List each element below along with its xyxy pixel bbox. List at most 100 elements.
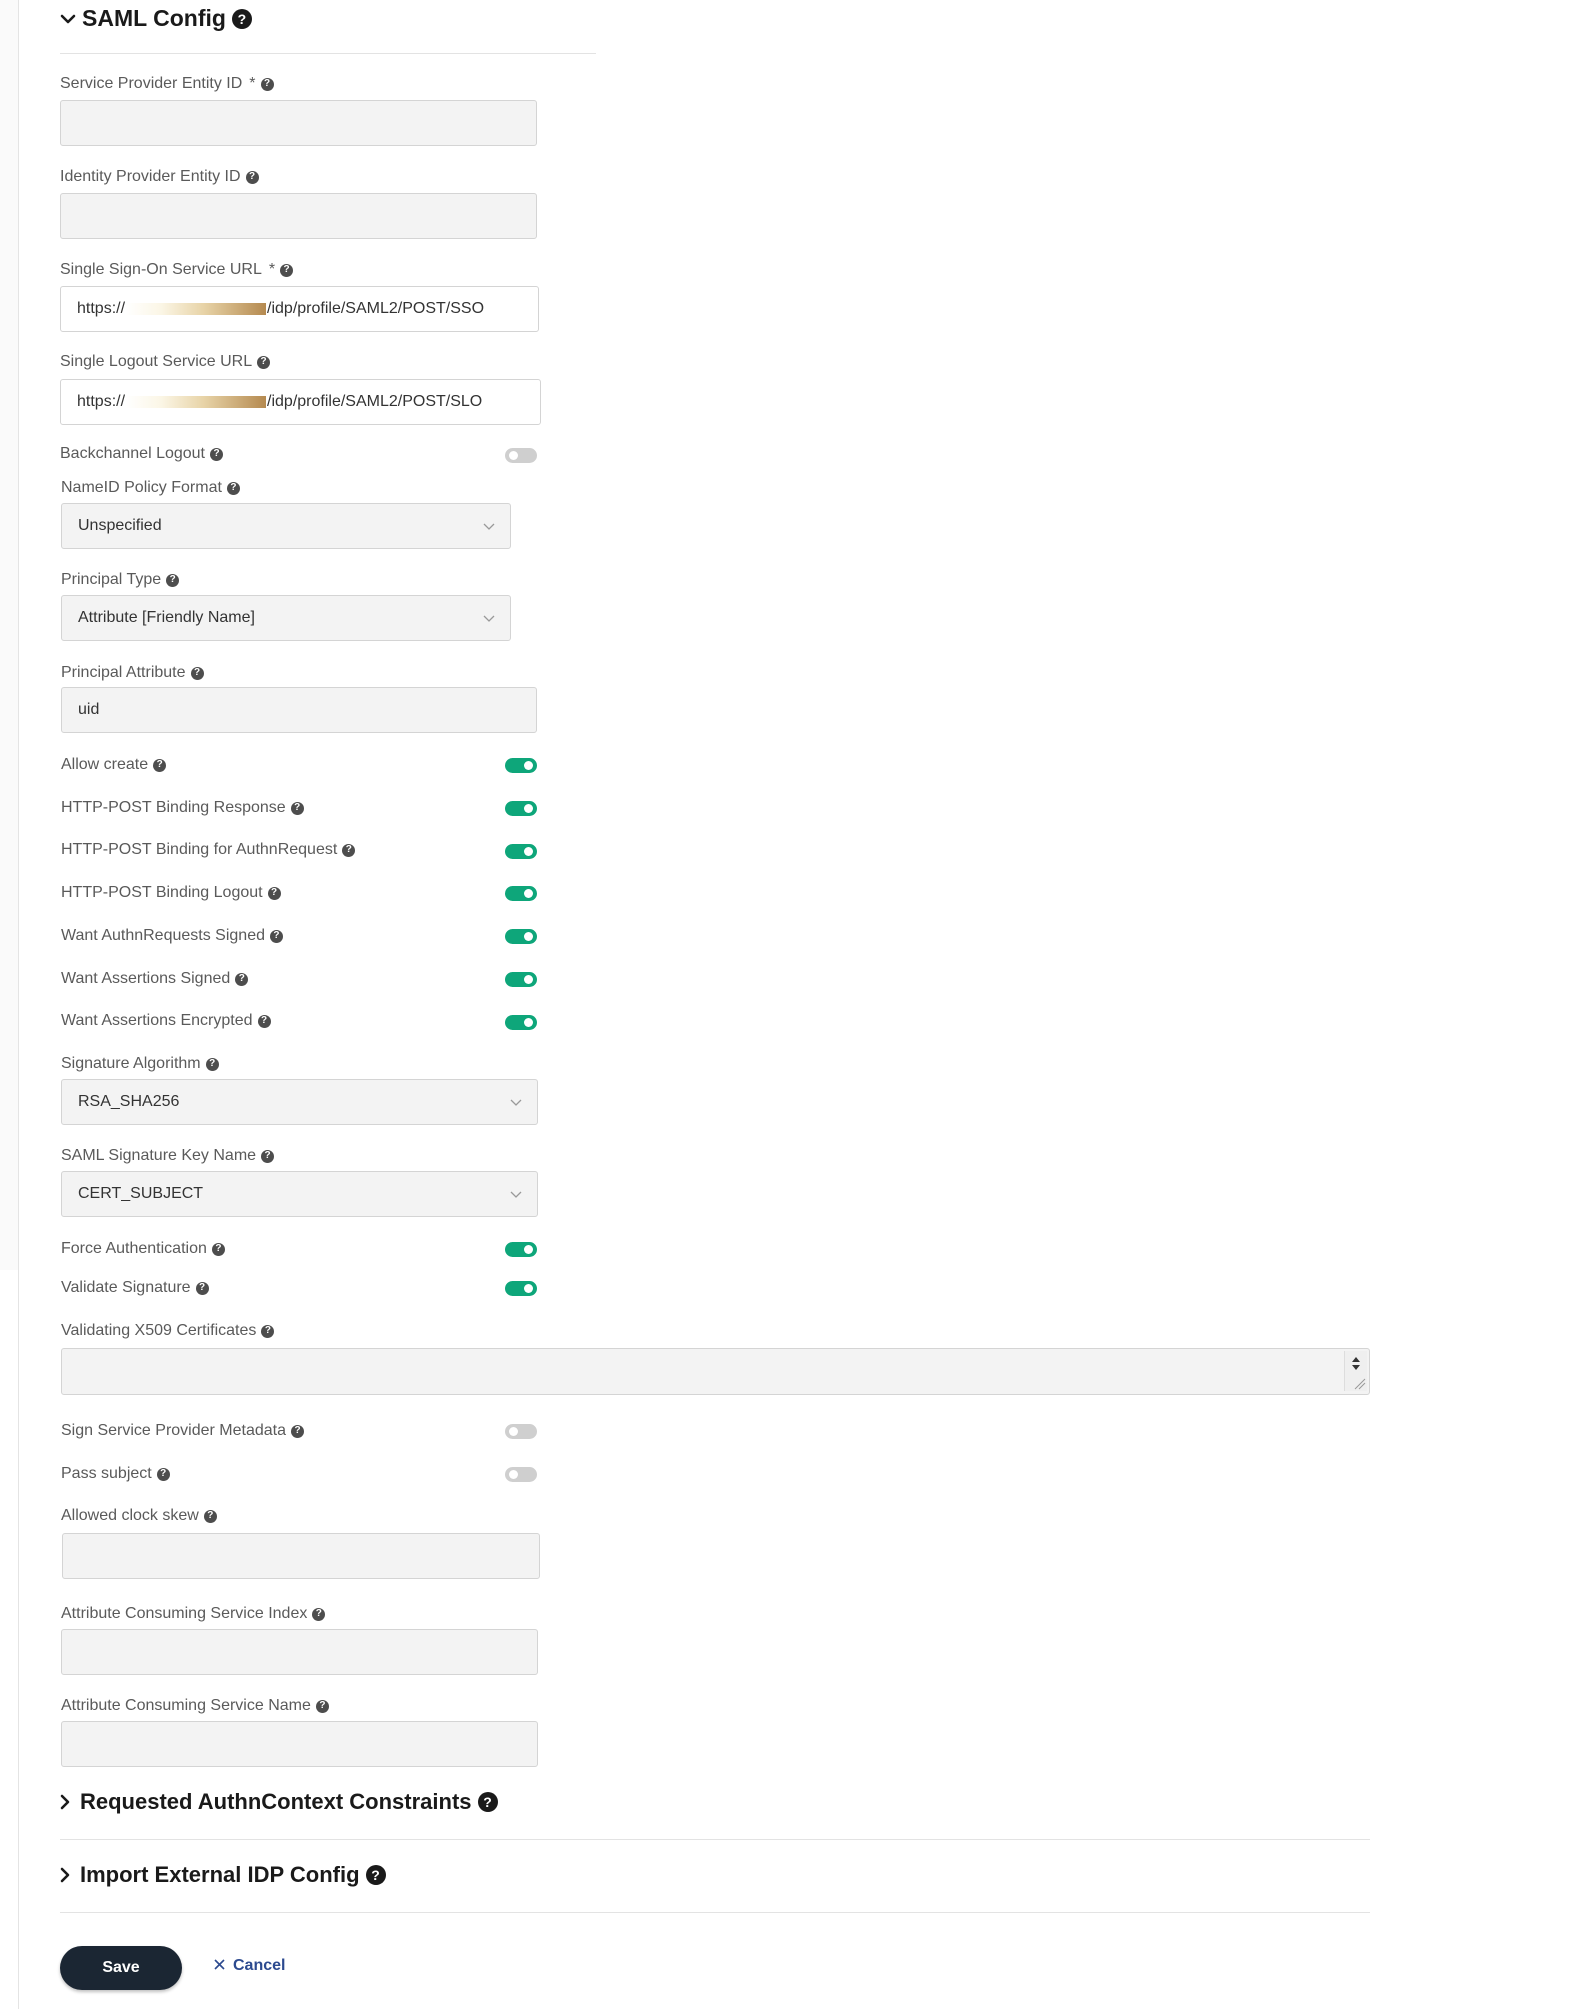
help-icon[interactable]: ? (315, 1699, 329, 1713)
http-post-binding-response-label: HTTP-POST Binding Response? (61, 799, 304, 817)
section-title: Import External IDP Config (80, 1862, 360, 1887)
redacted-host (126, 396, 267, 408)
http-post-binding-response-toggle[interactable] (505, 801, 537, 816)
sso-url-label: Single Sign-On Service URL * ? (60, 261, 294, 279)
redacted-host (126, 303, 267, 315)
idp-entity-id-label: Identity Provider Entity ID ? (60, 168, 259, 186)
help-icon[interactable]: ? (211, 1242, 225, 1256)
http-post-binding-logout-label: HTTP-POST Binding Logout? (61, 884, 281, 902)
acs-index-input[interactable] (61, 1629, 538, 1675)
requested-authn-context-header[interactable]: Requested AuthnContext Constraints ? (58, 1789, 498, 1815)
chevron-right-icon (58, 1794, 74, 1810)
help-icon[interactable]: ? (153, 758, 167, 772)
acs-index-label: Attribute Consuming Service Index? (61, 1605, 326, 1623)
help-icon[interactable]: ? (261, 1324, 275, 1338)
want-authn-signed-label: Want AuthnRequests Signed? (61, 927, 283, 945)
want-assertions-encrypted-label: Want Assertions Encrypted? (61, 1012, 271, 1030)
help-icon[interactable]: ? (291, 1424, 304, 1438)
help-icon[interactable]: ? (210, 447, 223, 461)
help-icon[interactable]: ? (257, 1014, 271, 1028)
help-icon[interactable]: ? (203, 1509, 217, 1523)
help-icon[interactable]: ? (267, 886, 281, 900)
help-icon[interactable]: ? (245, 170, 259, 184)
http-post-binding-authn-toggle[interactable] (505, 844, 537, 859)
save-button[interactable]: Save (60, 1946, 182, 1990)
saml-sig-key-name-label: SAML Signature Key Name? (61, 1147, 275, 1165)
slo-url-label: Single Logout Service URL ? (60, 353, 271, 371)
help-icon[interactable]: ? (280, 263, 294, 277)
chevron-down-icon (60, 11, 76, 27)
principal-attribute-label: Principal Attribute ? (61, 664, 204, 682)
cancel-button[interactable]: Cancel (214, 1957, 285, 1975)
acs-name-label: Attribute Consuming Service Name? (61, 1697, 329, 1715)
validating-x509-textarea[interactable] (61, 1348, 1370, 1395)
force-authentication-toggle[interactable] (505, 1242, 537, 1257)
signature-algorithm-select[interactable]: RSA_SHA256 (61, 1079, 538, 1125)
left-panel-border-lower (0, 1270, 19, 2009)
chevron-right-icon (58, 1867, 74, 1883)
allowed-clock-skew-label: Allowed clock skew? (61, 1507, 217, 1525)
idp-entity-id-input[interactable] (60, 193, 537, 239)
validate-signature-label: Validate Signature? (61, 1279, 209, 1297)
force-authentication-label: Force Authentication? (61, 1240, 225, 1258)
saml-config-header[interactable]: SAML Config ? (60, 5, 252, 32)
allow-create-label: Allow create? (61, 756, 167, 774)
import-external-idp-header[interactable]: Import External IDP Config ? (58, 1862, 386, 1888)
help-icon[interactable]: ? (365, 1865, 386, 1885)
signature-algorithm-label: Signature Algorithm? (61, 1055, 219, 1073)
help-icon[interactable]: ? (235, 972, 249, 986)
validate-signature-toggle[interactable] (505, 1281, 537, 1296)
saml-sig-key-name-select[interactable]: CERT_SUBJECT (61, 1171, 538, 1217)
http-post-binding-logout-toggle[interactable] (505, 886, 537, 901)
help-icon[interactable]: ? (342, 843, 356, 857)
help-icon[interactable]: ? (190, 666, 204, 680)
help-icon[interactable]: ? (290, 801, 304, 815)
help-icon[interactable]: ? (260, 77, 274, 91)
want-authn-signed-toggle[interactable] (505, 929, 537, 944)
divider (60, 1912, 1370, 1913)
help-icon[interactable]: ? (261, 1149, 275, 1163)
nameid-policy-format-select[interactable]: Unspecified (61, 503, 511, 549)
section-title: SAML Config (82, 5, 226, 31)
help-icon[interactable]: ? (156, 1467, 170, 1481)
help-icon[interactable]: ? (226, 481, 240, 495)
chevron-down-icon (509, 1095, 523, 1114)
slo-url-input[interactable]: https:///idp/profile/SAML2/POST/SLO (60, 379, 541, 425)
help-icon[interactable]: ? (166, 573, 180, 587)
pass-subject-toggle[interactable] (505, 1467, 537, 1482)
help-icon[interactable]: ? (257, 355, 271, 369)
allow-create-toggle[interactable] (505, 758, 537, 773)
help-icon[interactable]: ? (231, 8, 252, 29)
want-assertions-signed-label: Want Assertions Signed? (61, 970, 249, 988)
nameid-policy-format-label: NameID Policy Format ? (61, 479, 240, 497)
chevron-down-icon (482, 611, 496, 630)
acs-name-input[interactable] (61, 1721, 538, 1767)
sign-sp-metadata-toggle[interactable] (505, 1424, 537, 1439)
sp-entity-id-input[interactable] (60, 100, 537, 146)
left-panel-border (0, 0, 19, 1270)
help-icon[interactable]: ? (312, 1607, 326, 1621)
want-assertions-encrypted-toggle[interactable] (505, 1015, 537, 1030)
help-icon[interactable]: ? (195, 1281, 209, 1295)
help-icon[interactable]: ? (269, 929, 283, 943)
chevron-down-icon (509, 1187, 523, 1206)
validating-x509-label: Validating X509 Certificates? (61, 1322, 275, 1340)
sp-entity-id-label: Service Provider Entity ID * ? (60, 75, 274, 93)
principal-type-label: Principal Type ? (61, 571, 180, 589)
sso-url-input[interactable]: https:///idp/profile/SAML2/POST/SSO (60, 286, 539, 332)
allowed-clock-skew-input[interactable] (62, 1533, 540, 1579)
principal-type-select[interactable]: Attribute [Friendly Name] (61, 595, 511, 641)
http-post-binding-authn-label: HTTP-POST Binding for AuthnRequest? (61, 841, 356, 859)
help-icon[interactable]: ? (477, 1792, 498, 1812)
principal-attribute-input[interactable]: uid (61, 687, 537, 733)
chevron-down-icon (482, 519, 496, 538)
help-icon[interactable]: ? (205, 1057, 219, 1071)
section-title: Requested AuthnContext Constraints (80, 1789, 472, 1814)
want-assertions-signed-toggle[interactable] (505, 972, 537, 987)
pass-subject-label: Pass subject? (61, 1465, 170, 1483)
backchannel-logout-toggle[interactable] (505, 448, 537, 463)
textarea-spinner[interactable] (1344, 1351, 1367, 1391)
close-icon (214, 1957, 225, 1975)
divider (60, 1839, 1370, 1840)
sign-sp-metadata-label: Sign Service Provider Metadata? (61, 1422, 304, 1440)
